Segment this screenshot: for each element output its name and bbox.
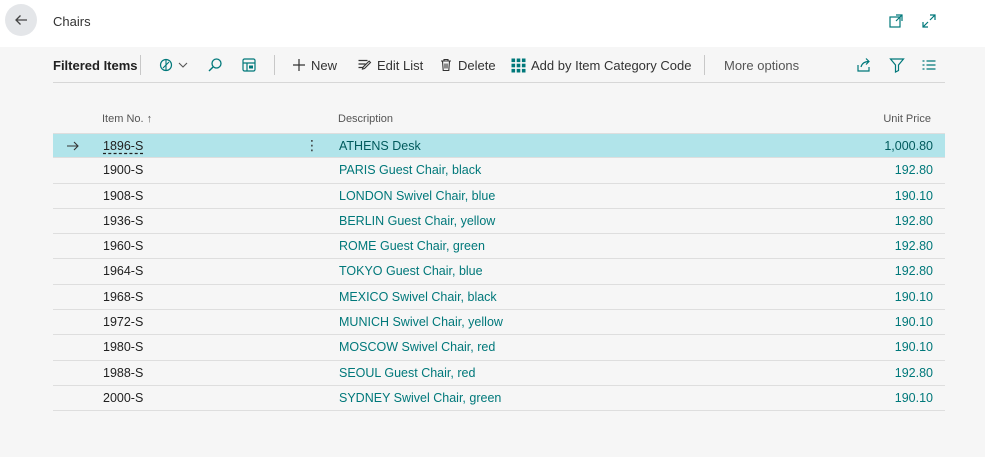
cell-description[interactable]: MUNICH Swivel Chair, yellow	[339, 315, 503, 329]
cell-description[interactable]: ROME Guest Chair, green	[339, 239, 485, 253]
analysis-mode-icon	[242, 58, 256, 72]
filter-button[interactable]	[889, 48, 905, 82]
cell-unit-price[interactable]: 190.10	[895, 189, 933, 203]
row-selected-arrow-icon	[67, 141, 79, 151]
table-body: ⋮ 1896-S ATHENS Desk 1,000.80 1900-S PARIS Gu…	[53, 133, 945, 412]
cell-description[interactable]: SYDNEY Swivel Chair, green	[339, 391, 501, 405]
share-button[interactable]	[856, 48, 872, 82]
trash-icon	[441, 58, 451, 72]
list-view-icon	[922, 60, 936, 70]
cell-description[interactable]: ATHENS Desk	[339, 139, 421, 153]
cell-item-no[interactable]: 1900-S	[103, 163, 143, 177]
cell-unit-price[interactable]: 190.10	[895, 290, 933, 304]
list-view-button[interactable]	[921, 48, 937, 82]
row-actions-menu-icon[interactable]: ⋮	[305, 137, 319, 154]
cell-description[interactable]: LONDON Swivel Chair, blue	[339, 189, 495, 203]
filtered-items-label: Filtered Items	[53, 57, 138, 73]
cell-description[interactable]: BERLIN Guest Chair, yellow	[339, 214, 495, 228]
cell-unit-price[interactable]: 192.80	[895, 239, 933, 253]
table-row[interactable]: 1968-S MEXICO Swivel Chair, black 190.10	[53, 285, 945, 311]
cell-item-no[interactable]: 1896-S	[103, 139, 143, 153]
delete-button[interactable]: Delete	[438, 48, 496, 82]
cell-item-no[interactable]: 1960-S	[103, 239, 143, 253]
items-table: Item No. ↑ Description Unit Price ⋮ 1896-…	[53, 107, 945, 412]
column-header-item-no[interactable]: Item No. ↑	[102, 113, 152, 125]
new-button[interactable]: New	[291, 48, 337, 82]
cell-item-no[interactable]: 1908-S	[103, 189, 143, 203]
search-button[interactable]	[207, 48, 223, 82]
cell-item-no[interactable]: 1936-S	[103, 214, 143, 228]
cell-description[interactable]: TOKYO Guest Chair, blue	[339, 264, 483, 278]
cell-item-no[interactable]: 2000-S	[103, 391, 143, 405]
table-row[interactable]: 1972-S MUNICH Swivel Chair, yellow 190.10	[53, 310, 945, 336]
add-by-item-category-code-button[interactable]: Add by Item Category Code	[511, 48, 691, 82]
view-switch-button[interactable]	[159, 48, 189, 82]
table-row[interactable]: 1960-S ROME Guest Chair, green 192.80	[53, 234, 945, 260]
page-title: Chairs	[53, 14, 91, 29]
table-row[interactable]: 1900-S PARIS Guest Chair, black 192.80	[53, 158, 945, 184]
table-row[interactable]: 1980-S MOSCOW Swivel Chair, red 190.10	[53, 335, 945, 361]
action-bar: Filtered Items New Edit List Delete Add …	[53, 48, 945, 83]
separator	[140, 55, 141, 75]
share-icon	[857, 58, 870, 72]
cell-unit-price[interactable]: 1,000.80	[884, 139, 933, 153]
cell-description[interactable]: PARIS Guest Chair, black	[339, 163, 481, 177]
edit-list-button[interactable]: Edit List	[357, 48, 423, 82]
cell-unit-price[interactable]: 192.80	[895, 163, 933, 177]
popout-icon[interactable]	[888, 13, 904, 29]
expand-icon[interactable]	[921, 13, 937, 29]
back-button[interactable]	[5, 4, 37, 36]
sort-ascending-icon: ↑	[146, 113, 153, 125]
cell-unit-price[interactable]: 190.10	[895, 391, 933, 405]
separator	[704, 55, 705, 75]
edit-list-icon	[358, 59, 372, 70]
table-header: Item No. ↑ Description Unit Price	[53, 107, 945, 133]
cell-unit-price[interactable]: 192.80	[895, 214, 933, 228]
back-arrow-icon	[15, 15, 27, 25]
cell-item-no[interactable]: 1968-S	[103, 290, 143, 304]
cell-unit-price[interactable]: 190.10	[895, 340, 933, 354]
table-row[interactable]: 1908-S LONDON Swivel Chair, blue 190.10	[53, 184, 945, 209]
plus-icon	[293, 59, 305, 71]
search-icon	[208, 58, 222, 72]
separator	[274, 55, 275, 75]
cell-item-no[interactable]: 1972-S	[103, 315, 143, 329]
top-bar: Chairs	[0, 0, 985, 47]
view-switch-icon	[159, 58, 188, 72]
cell-unit-price[interactable]: 192.80	[895, 264, 933, 278]
cell-item-no[interactable]: 1964-S	[103, 264, 143, 278]
table-row[interactable]: ⋮ 1896-S ATHENS Desk 1,000.80	[53, 133, 945, 159]
filter-icon	[889, 58, 905, 73]
analysis-mode-button[interactable]	[241, 48, 257, 82]
cell-description[interactable]: MEXICO Swivel Chair, black	[339, 290, 497, 304]
more-options-button[interactable]: More options	[724, 48, 799, 82]
column-header-unit-price[interactable]: Unit Price	[883, 113, 931, 125]
table-row[interactable]: 1988-S SEOUL Guest Chair, red 192.80	[53, 361, 945, 386]
grid-icon	[511, 58, 526, 72]
cell-unit-price[interactable]: 190.10	[895, 315, 933, 329]
cell-unit-price[interactable]: 192.80	[895, 366, 933, 380]
column-header-description[interactable]: Description	[338, 113, 393, 125]
table-row[interactable]: 2000-S SYDNEY Swivel Chair, green 190.10	[53, 386, 945, 412]
table-row[interactable]: 1964-S TOKYO Guest Chair, blue 192.80	[53, 259, 945, 285]
cell-description[interactable]: MOSCOW Swivel Chair, red	[339, 340, 495, 354]
cell-item-no[interactable]: 1988-S	[103, 366, 143, 380]
table-row[interactable]: 1936-S BERLIN Guest Chair, yellow 192.80	[53, 209, 945, 235]
cell-item-no[interactable]: 1980-S	[103, 340, 143, 354]
cell-description[interactable]: SEOUL Guest Chair, red	[339, 366, 475, 380]
